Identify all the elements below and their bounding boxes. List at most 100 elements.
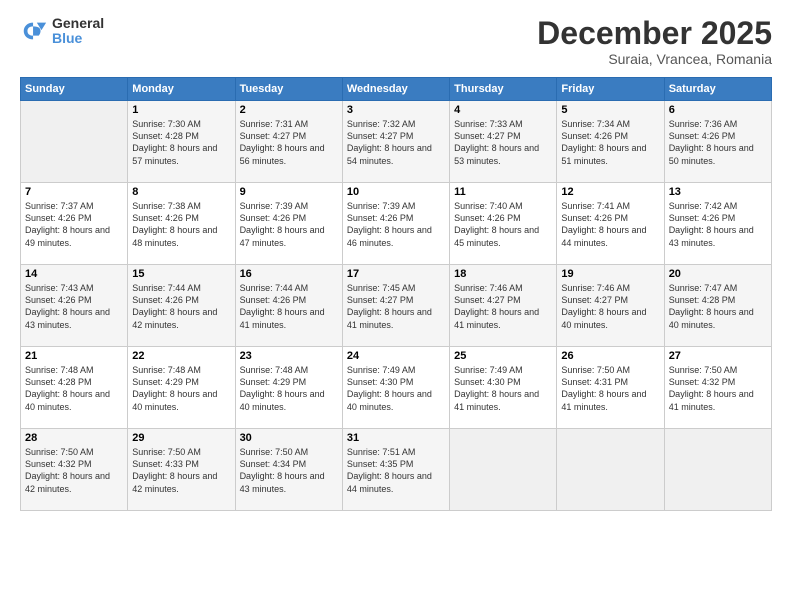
calendar-cell: 22 Sunrise: 7:48 AMSunset: 4:29 PMDayligh…: [128, 347, 235, 429]
day-info: Sunrise: 7:44 AMSunset: 4:26 PMDaylight:…: [240, 282, 338, 331]
day-number: 7: [25, 186, 123, 198]
day-info: Sunrise: 7:30 AMSunset: 4:28 PMDaylight:…: [132, 118, 230, 167]
page-header: General Blue December 2025 Suraia, Vranc…: [20, 16, 772, 67]
day-info: Sunrise: 7:50 AMSunset: 4:32 PMDaylight:…: [669, 364, 767, 413]
calendar-cell: 7 Sunrise: 7:37 AMSunset: 4:26 PMDaylight…: [21, 183, 128, 265]
calendar-week-row: 7 Sunrise: 7:37 AMSunset: 4:26 PMDaylight…: [21, 183, 772, 265]
calendar-cell: 23 Sunrise: 7:48 AMSunset: 4:29 PMDayligh…: [235, 347, 342, 429]
col-thursday: Thursday: [450, 78, 557, 101]
day-info: Sunrise: 7:33 AMSunset: 4:27 PMDaylight:…: [454, 118, 552, 167]
day-number: 15: [132, 268, 230, 280]
day-number: 1: [132, 104, 230, 116]
day-number: 9: [240, 186, 338, 198]
calendar-cell: 25 Sunrise: 7:49 AMSunset: 4:30 PMDayligh…: [450, 347, 557, 429]
calendar-cell: 13 Sunrise: 7:42 AMSunset: 4:26 PMDayligh…: [664, 183, 771, 265]
day-number: 31: [347, 432, 445, 444]
day-info: Sunrise: 7:38 AMSunset: 4:26 PMDaylight:…: [132, 200, 230, 249]
day-number: 6: [669, 104, 767, 116]
day-info: Sunrise: 7:47 AMSunset: 4:28 PMDaylight:…: [669, 282, 767, 331]
col-monday: Monday: [128, 78, 235, 101]
calendar-cell: 20Sunrise: 7:47 AMSunset: 4:28 PMDayligh…: [664, 265, 771, 347]
calendar-cell: 15 Sunrise: 7:44 AMSunset: 4:26 PMDayligh…: [128, 265, 235, 347]
day-number: 5: [561, 104, 659, 116]
day-info: Sunrise: 7:48 AMSunset: 4:29 PMDaylight:…: [240, 364, 338, 413]
calendar-cell: 31 Sunrise: 7:51 AMSunset: 4:35 PMDayligh…: [342, 429, 449, 511]
day-info: Sunrise: 7:45 AMSunset: 4:27 PMDaylight:…: [347, 282, 445, 331]
logo-icon: [20, 17, 48, 45]
calendar-cell: 9 Sunrise: 7:39 AMSunset: 4:26 PMDaylight…: [235, 183, 342, 265]
day-info: Sunrise: 7:46 AMSunset: 4:27 PMDaylight:…: [454, 282, 552, 331]
calendar-cell: 6 Sunrise: 7:36 AMSunset: 4:26 PMDaylight…: [664, 101, 771, 183]
calendar-cell: [21, 101, 128, 183]
day-number: 30: [240, 432, 338, 444]
day-info: Sunrise: 7:49 AMSunset: 4:30 PMDaylight:…: [454, 364, 552, 413]
day-number: 21: [25, 350, 123, 362]
day-number: 2: [240, 104, 338, 116]
calendar-cell: 27Sunrise: 7:50 AMSunset: 4:32 PMDayligh…: [664, 347, 771, 429]
calendar-cell: 26Sunrise: 7:50 AMSunset: 4:31 PMDayligh…: [557, 347, 664, 429]
day-number: 23: [240, 350, 338, 362]
day-info: Sunrise: 7:31 AMSunset: 4:27 PMDaylight:…: [240, 118, 338, 167]
calendar-cell: 24Sunrise: 7:49 AMSunset: 4:30 PMDayligh…: [342, 347, 449, 429]
calendar-cell: 5 Sunrise: 7:34 AMSunset: 4:26 PMDaylight…: [557, 101, 664, 183]
day-info: Sunrise: 7:41 AMSunset: 4:26 PMDaylight:…: [561, 200, 659, 249]
day-number: 22: [132, 350, 230, 362]
day-info: Sunrise: 7:37 AMSunset: 4:26 PMDaylight:…: [25, 200, 123, 249]
calendar-table: Sunday Monday Tuesday Wednesday Thursday…: [20, 77, 772, 511]
day-info: Sunrise: 7:34 AMSunset: 4:26 PMDaylight:…: [561, 118, 659, 167]
calendar-week-row: 1 Sunrise: 7:30 AMSunset: 4:28 PMDaylight…: [21, 101, 772, 183]
day-info: Sunrise: 7:46 AMSunset: 4:27 PMDaylight:…: [561, 282, 659, 331]
day-info: Sunrise: 7:48 AMSunset: 4:29 PMDaylight:…: [132, 364, 230, 413]
day-info: Sunrise: 7:48 AMSunset: 4:28 PMDaylight:…: [25, 364, 123, 413]
calendar-cell: 28 Sunrise: 7:50 AMSunset: 4:32 PMDayligh…: [21, 429, 128, 511]
calendar-cell: [557, 429, 664, 511]
day-info: Sunrise: 7:44 AMSunset: 4:26 PMDaylight:…: [132, 282, 230, 331]
col-friday: Friday: [557, 78, 664, 101]
day-number: 13: [669, 186, 767, 198]
day-info: Sunrise: 7:42 AMSunset: 4:26 PMDaylight:…: [669, 200, 767, 249]
day-info: Sunrise: 7:32 AMSunset: 4:27 PMDaylight:…: [347, 118, 445, 167]
calendar-cell: 29 Sunrise: 7:50 AMSunset: 4:33 PMDayligh…: [128, 429, 235, 511]
calendar-cell: 19Sunrise: 7:46 AMSunset: 4:27 PMDayligh…: [557, 265, 664, 347]
col-wednesday: Wednesday: [342, 78, 449, 101]
logo: General Blue: [20, 16, 104, 47]
day-info: Sunrise: 7:39 AMSunset: 4:26 PMDaylight:…: [347, 200, 445, 249]
day-number: 14: [25, 268, 123, 280]
calendar-cell: 30 Sunrise: 7:50 AMSunset: 4:34 PMDayligh…: [235, 429, 342, 511]
calendar-cell: 17Sunrise: 7:45 AMSunset: 4:27 PMDayligh…: [342, 265, 449, 347]
month-title: December 2025: [537, 16, 772, 51]
title-area: December 2025 Suraia, Vrancea, Romania: [537, 16, 772, 67]
day-info: Sunrise: 7:39 AMSunset: 4:26 PMDaylight:…: [240, 200, 338, 249]
day-info: Sunrise: 7:36 AMSunset: 4:26 PMDaylight:…: [669, 118, 767, 167]
logo-text: General Blue: [52, 16, 104, 47]
calendar-header-row: Sunday Monday Tuesday Wednesday Thursday…: [21, 78, 772, 101]
day-info: Sunrise: 7:43 AMSunset: 4:26 PMDaylight:…: [25, 282, 123, 331]
calendar-cell: 14 Sunrise: 7:43 AMSunset: 4:26 PMDayligh…: [21, 265, 128, 347]
day-number: 28: [25, 432, 123, 444]
calendar-cell: 18Sunrise: 7:46 AMSunset: 4:27 PMDayligh…: [450, 265, 557, 347]
col-sunday: Sunday: [21, 78, 128, 101]
day-number: 12: [561, 186, 659, 198]
location: Suraia, Vrancea, Romania: [537, 51, 772, 67]
calendar-cell: 2 Sunrise: 7:31 AMSunset: 4:27 PMDaylight…: [235, 101, 342, 183]
day-info: Sunrise: 7:40 AMSunset: 4:26 PMDaylight:…: [454, 200, 552, 249]
calendar-week-row: 14 Sunrise: 7:43 AMSunset: 4:26 PMDayligh…: [21, 265, 772, 347]
day-info: Sunrise: 7:51 AMSunset: 4:35 PMDaylight:…: [347, 446, 445, 495]
col-tuesday: Tuesday: [235, 78, 342, 101]
day-number: 29: [132, 432, 230, 444]
logo-line1: General: [52, 16, 104, 31]
day-number: 11: [454, 186, 552, 198]
day-number: 10: [347, 186, 445, 198]
calendar-cell: 8 Sunrise: 7:38 AMSunset: 4:26 PMDaylight…: [128, 183, 235, 265]
day-number: 16: [240, 268, 338, 280]
logo-line2: Blue: [52, 31, 104, 46]
page-container: General Blue December 2025 Suraia, Vranc…: [0, 0, 792, 612]
day-info: Sunrise: 7:50 AMSunset: 4:32 PMDaylight:…: [25, 446, 123, 495]
calendar-cell: 16 Sunrise: 7:44 AMSunset: 4:26 PMDayligh…: [235, 265, 342, 347]
day-info: Sunrise: 7:50 AMSunset: 4:33 PMDaylight:…: [132, 446, 230, 495]
calendar-cell: [450, 429, 557, 511]
day-info: Sunrise: 7:50 AMSunset: 4:31 PMDaylight:…: [561, 364, 659, 413]
day-number: 25: [454, 350, 552, 362]
day-number: 8: [132, 186, 230, 198]
day-info: Sunrise: 7:50 AMSunset: 4:34 PMDaylight:…: [240, 446, 338, 495]
